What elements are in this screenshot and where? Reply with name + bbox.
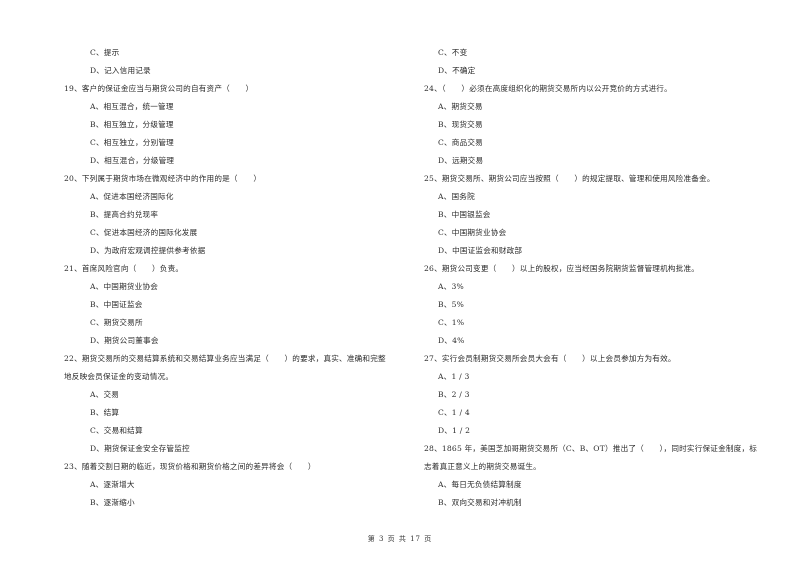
answer-option: B、相互独立，分级管理 [90,120,174,129]
answer-option: A、国务院 [438,192,475,201]
answer-option: B、5% [438,300,465,309]
answer-option: C、不变 [438,48,468,57]
answer-option: D、相互混合，分级管理 [90,156,175,165]
answer-option: D、中国证监会和财政部 [438,246,523,255]
answer-option: A、逐渐增大 [90,480,135,489]
answer-option: A、1 / 3 [438,372,470,381]
answer-option: A、促进本国经济国际化 [90,192,174,201]
answer-option: C、1 / 4 [438,408,470,417]
answer-option: A、中国期货业协会 [90,282,159,291]
answer-option: A、交易 [90,390,120,399]
question-text: 22、期货交易所的交易结算系统和交易结算业务应当满足（ ）的要求，真实、准确和完… [64,354,386,363]
answer-option: D、为政府宏观调控提供参考依据 [90,246,206,255]
answer-option: D、4% [438,336,465,345]
answer-option: A、3% [438,282,464,291]
question-text: 20、下列属于期货市场在微观经济中的作用的是（ ） [64,174,262,183]
answer-option: A、期货交易 [438,102,483,111]
answer-option: D、远期交易 [438,156,484,165]
answer-option: C、商品交易 [438,138,483,147]
question-text: 26、期货公司变更（ ）以上的股权，应当经国务院期货监督管理机构批准。 [424,264,700,273]
answer-option: D、1 / 2 [438,426,471,435]
page-number-footer: 第 3 页 共 17 页 [367,535,433,543]
answer-option: D、不确定 [438,66,476,75]
left-column: C、提示 D、记入信用记录 19、客户的保证金应当与期货公司的自有资产（ ） A、相互… [64,44,414,512]
answer-option: C、相互独立，分别管理 [90,138,174,147]
question-text: 28、1865 年，美国芝加哥期货交易所（C、B、OT）推出了（ ），同时实行保… [424,444,758,453]
answer-option: A、相互混合，统一管理 [90,102,174,111]
question-text: 19、客户的保证金应当与期货公司的自有资产（ ） [64,84,254,93]
answer-option: B、2 / 3 [438,390,470,399]
question-text: 25、期货交易所、期货公司应当按照（ ）的规定提取、管理和使用风险准备金。 [424,174,715,183]
answer-option: C、提示 [90,48,120,57]
answer-option: D、期货保证金安全存管监控 [90,444,190,453]
answer-option: C、中国期货业协会 [438,228,507,237]
answer-option: C、交易和结算 [90,426,143,435]
right-column: C、不变 D、不确定 24、（ ）必须在高度组织化的期货交易所内以公开竞价的方式进行… [424,44,774,512]
answer-option: C、1% [438,318,465,327]
answer-option: A、每日无负债结算制度 [438,480,522,489]
question-text: 21、首席风险官向（ ）负责。 [64,264,184,273]
answer-option: D、记入信用记录 [90,66,151,75]
answer-option: B、中国证监会 [90,300,143,309]
answer-option: B、逐渐缩小 [90,498,135,507]
question-text: 24、（ ）必须在高度组织化的期货交易所内以公开竞价的方式进行。 [424,84,672,93]
answer-option: B、中国银监会 [438,210,491,219]
answer-option: C、期货交易所 [90,318,143,327]
answer-option: D、期货公司董事会 [90,336,159,345]
answer-option: B、双向交易和对冲机制 [438,498,522,507]
question-text: 27、实行会员制期货交易所会员大会有（ ）以上会员参加方为有效。 [424,354,676,363]
question-text-continued: 地反映会员保证金的变动情况。 [64,372,174,381]
answer-option: B、提高合约兑现率 [90,210,159,219]
question-text: 23、随着交割日期的临近，现货价格和期货价格之间的差异将会（ ） [64,462,316,471]
answer-option: C、促进本国经济的国际化发展 [90,228,198,237]
answer-option: B、结算 [90,408,120,417]
question-text-continued: 志着真正意义上的期货交易诞生。 [424,462,541,471]
answer-option: B、现货交易 [438,120,483,129]
